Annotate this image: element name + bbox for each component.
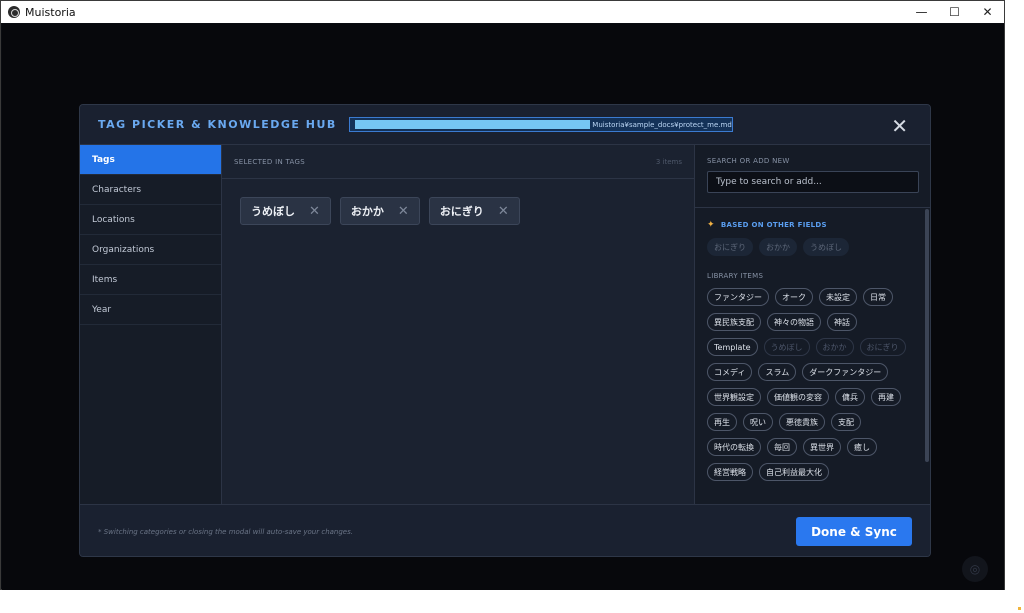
search-panel: SEARCH OR ADD NEW ✦ BASED ON OTHER FIELD…	[694, 145, 930, 504]
selected-chip[interactable]: おかか ✕	[339, 197, 420, 225]
selected-panel: SELECTED IN TAGS 3 items うめぼし ✕ おかか ✕ おにぎり ✕	[222, 145, 694, 504]
title-bar: Muistoria — ☐ ✕	[1, 1, 1004, 23]
modal-title: TAG PICKER & KNOWLEDGE HUB	[98, 118, 337, 131]
library-tag[interactable]: 異世界	[803, 438, 841, 456]
app-logo-icon	[8, 6, 20, 18]
remove-chip-icon[interactable]: ✕	[498, 204, 509, 219]
library-tag[interactable]: おにぎり	[859, 338, 906, 356]
selected-count: 3 items	[655, 157, 682, 166]
library-tag[interactable]: 支配	[831, 413, 861, 431]
search-label: SEARCH OR ADD NEW	[707, 157, 790, 165]
library-tag[interactable]: 癒し	[847, 438, 877, 456]
suggestion-pill[interactable]: おかか	[759, 238, 797, 256]
library-tag[interactable]: 異民族支配	[707, 313, 761, 331]
library-tag[interactable]: コメディ	[707, 363, 753, 381]
sidebar-item-organizations[interactable]: Organizations	[80, 235, 221, 265]
selected-label: SELECTED IN TAGS	[234, 157, 305, 166]
remove-chip-icon[interactable]: ✕	[398, 204, 409, 219]
redacted-path-segment	[354, 120, 591, 129]
suggestion-scrollbar[interactable]	[925, 209, 929, 462]
sidebar-item-characters[interactable]: Characters	[80, 175, 221, 205]
app-backdrop: TAG PICKER & KNOWLEDGE HUB Muistoria¥sam…	[2, 24, 1004, 590]
sparkle-icon: ✦	[707, 220, 715, 230]
selected-chips: うめぼし ✕ おかか ✕ おにぎり ✕	[222, 179, 694, 243]
library-tag[interactable]: 再建	[871, 388, 901, 406]
file-path-box: Muistoria¥sample_docs¥protect_me.md	[348, 117, 733, 132]
tag-picker-modal: TAG PICKER & KNOWLEDGE HUB Muistoria¥sam…	[79, 104, 931, 557]
remove-chip-icon[interactable]: ✕	[309, 204, 320, 219]
library-tag[interactable]: スラム	[758, 363, 797, 381]
suggestion-row: おにぎり おかか うめぼし	[707, 238, 919, 256]
library-tag[interactable]: Template	[707, 338, 758, 356]
library-tag[interactable]: 自己利益最大化	[759, 463, 829, 481]
library-tag[interactable]: 呪い	[743, 413, 773, 431]
library-tag[interactable]: うめぼし	[763, 338, 810, 356]
selected-header: SELECTED IN TAGS 3 items	[222, 145, 694, 179]
tag-suggestion-list: ✦ BASED ON OTHER FIELDS おにぎり おかか うめぼし LIBR…	[695, 208, 930, 504]
library-items: ファンタジー オーク 未設定 日常異民族支配 神々の物語 神話 Template うめぼし おか…	[707, 288, 912, 481]
library-tag[interactable]: ファンタジー	[707, 288, 769, 306]
library-tag[interactable]: 毎回	[767, 438, 797, 456]
library-tag[interactable]: 再生	[707, 413, 737, 431]
library-tag[interactable]: 日常	[863, 288, 893, 306]
search-section: SEARCH OR ADD NEW	[695, 145, 930, 208]
corner-indicator	[1018, 607, 1021, 610]
library-tag[interactable]: 世界観設定	[707, 388, 761, 406]
modal-close-icon[interactable]: ✕	[891, 114, 908, 138]
library-tag[interactable]: 悪徳貴族	[779, 413, 825, 431]
suggestion-pill[interactable]: うめぼし	[803, 238, 849, 256]
app-window: Muistoria — ☐ ✕ TAG PICKER & KNOWLEDGE H…	[0, 0, 1005, 590]
window-close-button[interactable]: ✕	[971, 1, 1004, 23]
file-path: Muistoria¥sample_docs¥protect_me.md	[592, 120, 732, 129]
chip-label: おにぎり	[439, 205, 484, 218]
library-tag[interactable]: ダークファンタジー	[802, 363, 889, 381]
library-tag[interactable]: 神々の物語	[767, 313, 821, 331]
modal-header: TAG PICKER & KNOWLEDGE HUB Muistoria¥sam…	[80, 105, 930, 145]
category-sidebar: Tags Characters Locations Organizations Item…	[80, 145, 222, 504]
floating-action-icon[interactable]: ◎	[962, 556, 988, 582]
suggestions-title: ✦ BASED ON OTHER FIELDS	[707, 220, 919, 230]
library-tag[interactable]: 未設定	[819, 288, 857, 306]
library-tag[interactable]: 経営戦略	[707, 463, 753, 481]
modal-footer: * Switching categories or closing the mo…	[80, 504, 930, 556]
autosave-note: * Switching categories or closing the mo…	[98, 527, 353, 536]
maximize-button[interactable]: ☐	[938, 1, 971, 23]
sidebar-item-locations[interactable]: Locations	[80, 205, 221, 235]
library-tag[interactable]: 価値観の変容	[767, 388, 829, 406]
sidebar-item-year[interactable]: Year	[80, 295, 221, 325]
library-tag[interactable]: 傭兵	[835, 388, 865, 406]
suggestions-title-text: BASED ON OTHER FIELDS	[720, 221, 827, 229]
library-tag[interactable]: オーク	[775, 288, 813, 306]
library-tag[interactable]: 時代の転換	[707, 438, 761, 456]
library-tag[interactable]: 神話	[827, 313, 857, 331]
chip-label: うめぼし	[251, 205, 295, 218]
selected-chip[interactable]: おにぎり ✕	[428, 197, 520, 225]
chip-label: おかか	[350, 205, 384, 218]
library-tag[interactable]: おかか	[815, 338, 854, 356]
suggestion-pill[interactable]: おにぎり	[707, 238, 753, 256]
selected-chip[interactable]: うめぼし ✕	[240, 197, 331, 225]
minimize-button[interactable]: —	[905, 1, 938, 23]
sidebar-item-items[interactable]: Items	[80, 265, 221, 295]
sidebar-item-tags[interactable]: Tags	[80, 145, 221, 175]
window-title: Muistoria	[25, 5, 76, 19]
library-title: LIBRARY ITEMS	[707, 272, 764, 280]
done-sync-button[interactable]: Done & Sync	[796, 517, 912, 546]
window-controls: — ☐ ✕	[905, 1, 1004, 23]
search-input[interactable]	[707, 171, 919, 193]
